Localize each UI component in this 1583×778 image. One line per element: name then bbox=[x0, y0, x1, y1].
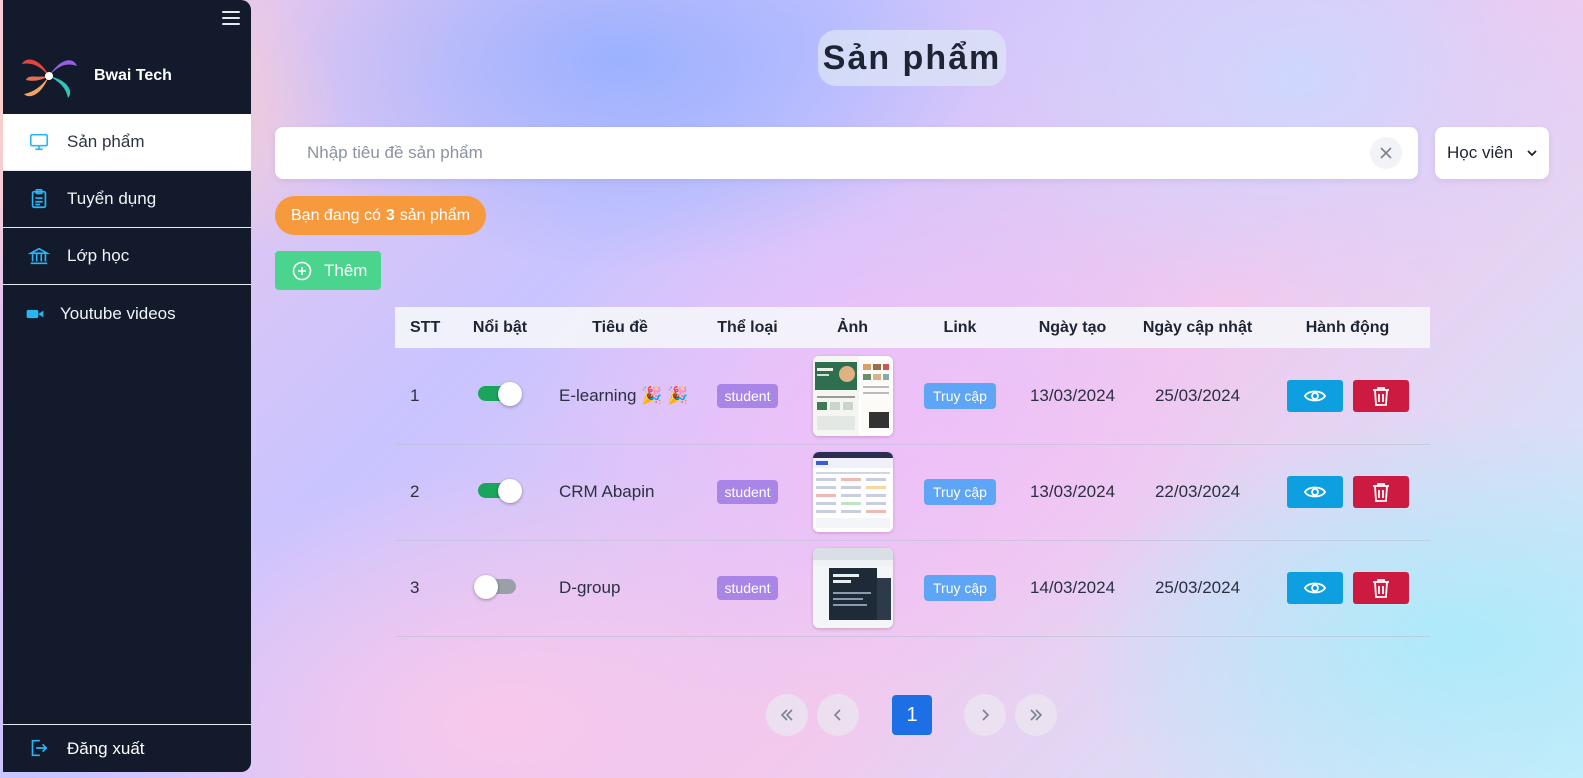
search-bar bbox=[275, 127, 1418, 179]
table-row: 2 CRM Abapin student Truy cập 13/03/2024… bbox=[395, 444, 1430, 540]
row-stt: 2 bbox=[410, 482, 420, 501]
sidebar-item-label: Tuyển dụng bbox=[67, 189, 157, 208]
video-camera-icon bbox=[25, 302, 45, 326]
add-product-button[interactable]: Thêm bbox=[275, 251, 381, 290]
row-stt: 1 bbox=[410, 385, 420, 405]
view-button[interactable] bbox=[1286, 379, 1343, 412]
row-title: D-group bbox=[559, 578, 621, 597]
sidebar-item-san-pham[interactable]: Sản phẩm bbox=[3, 114, 251, 171]
brand[interactable]: Bwai Tech bbox=[20, 50, 172, 102]
products-table: STT Nổi bật Tiêu đề Thể loại Ảnh Link Ng… bbox=[395, 307, 1430, 637]
row-title: CRM Abapin bbox=[559, 482, 655, 501]
product-thumbnail[interactable] bbox=[812, 452, 893, 532]
role-filter-select[interactable]: Học viên bbox=[1435, 127, 1549, 179]
product-thumbnail[interactable] bbox=[812, 355, 893, 436]
view-button[interactable] bbox=[1286, 572, 1343, 604]
row-created-date: 13/03/2024 bbox=[1029, 385, 1116, 405]
chevron-right-icon bbox=[982, 709, 990, 721]
visit-link-button[interactable]: Truy cập bbox=[924, 479, 996, 505]
count-prefix: Bạn đang có bbox=[291, 206, 381, 224]
category-tag: student bbox=[716, 576, 779, 600]
table-header-row: STT Nổi bật Tiêu đề Thể loại Ảnh Link Ng… bbox=[395, 307, 1430, 348]
featured-toggle[interactable] bbox=[474, 574, 522, 599]
delete-button[interactable] bbox=[1352, 476, 1409, 508]
menu-toggle-icon[interactable] bbox=[222, 11, 240, 26]
product-thumbnail[interactable] bbox=[812, 548, 893, 628]
close-icon bbox=[1380, 147, 1392, 159]
column-header-title: Tiêu đề bbox=[592, 318, 648, 336]
column-header-stt: STT bbox=[410, 318, 441, 336]
featured-toggle[interactable] bbox=[478, 478, 522, 503]
add-button-label: Thêm bbox=[324, 260, 368, 280]
role-filter-value: Học viên bbox=[1447, 143, 1514, 162]
column-header-featured: Nổi bật bbox=[472, 318, 528, 336]
monitor-icon bbox=[27, 130, 51, 154]
delete-button[interactable] bbox=[1352, 379, 1409, 412]
chevron-down-icon bbox=[1527, 150, 1537, 157]
column-header-updated: Ngày cập nhật bbox=[1142, 318, 1253, 336]
view-button[interactable] bbox=[1286, 476, 1343, 508]
page-button-current[interactable]: 1 bbox=[892, 695, 932, 735]
count-suffix: sản phẩm bbox=[399, 206, 471, 224]
logout-label: Đăng xuất bbox=[67, 738, 145, 758]
logout-button[interactable]: Đăng xuất bbox=[3, 724, 251, 772]
search-input[interactable] bbox=[275, 127, 1370, 179]
count-value: 3 bbox=[385, 206, 395, 224]
clipboard-icon bbox=[27, 187, 51, 211]
column-header-image: Ảnh bbox=[836, 318, 869, 336]
column-header-category: Thể loại bbox=[717, 318, 778, 336]
clear-search-button[interactable] bbox=[1370, 137, 1402, 169]
row-updated-date: 22/03/2024 bbox=[1154, 482, 1241, 501]
row-updated-date: 25/03/2024 bbox=[1154, 385, 1241, 405]
chevron-left-icon bbox=[833, 709, 841, 721]
eye-icon bbox=[1303, 486, 1326, 498]
first-page-button[interactable] bbox=[766, 694, 808, 736]
sidebar-item-label: Lớp học bbox=[67, 246, 130, 265]
brand-logo-icon bbox=[22, 59, 77, 98]
sidebar-item-lop-hoc[interactable]: Lớp học bbox=[3, 228, 251, 285]
trash-icon bbox=[1372, 579, 1389, 598]
double-chevron-left-icon bbox=[780, 709, 793, 721]
visit-link-button[interactable]: Truy cập bbox=[924, 575, 996, 601]
eye-icon bbox=[1303, 582, 1326, 594]
last-page-button[interactable] bbox=[1015, 694, 1057, 736]
table-row: 1 E-learning 🎉 🎉 student Truy cập 13/03/… bbox=[395, 348, 1430, 444]
row-created-date: 13/03/2024 bbox=[1029, 482, 1116, 501]
sidebar-item-label: Sản phẩm bbox=[67, 132, 145, 151]
plus-circle-icon bbox=[292, 261, 312, 281]
category-tag: student bbox=[716, 383, 779, 408]
logout-icon bbox=[27, 737, 51, 761]
sidebar-item-tuyen-dung[interactable]: Tuyển dụng bbox=[3, 171, 251, 228]
visit-link-button[interactable]: Truy cập bbox=[924, 382, 996, 409]
page-title: Sản phẩm bbox=[818, 30, 1006, 86]
sidebar-item-label: Youtube videos bbox=[60, 303, 176, 323]
trash-icon bbox=[1372, 483, 1389, 502]
bank-building-icon bbox=[27, 244, 51, 268]
column-header-created: Ngày tạo bbox=[1038, 318, 1107, 336]
product-count-badge: Bạn đang có 3 sản phẩm bbox=[275, 196, 487, 235]
delete-button[interactable] bbox=[1352, 572, 1409, 604]
double-chevron-right-icon bbox=[1030, 709, 1043, 721]
table-row: 3 D-group student Truy cập 14/03/2024 25… bbox=[395, 540, 1430, 636]
sidebar-nav: Sản phẩm Tuyển dụng Lớp học Youtube vide… bbox=[3, 114, 251, 342]
featured-toggle[interactable] bbox=[478, 382, 522, 407]
column-header-link: Link bbox=[943, 318, 977, 336]
sidebar: Bwai Tech Sản phẩm Tuyển dụng Lớp học Yo… bbox=[3, 0, 251, 772]
row-created-date: 14/03/2024 bbox=[1029, 578, 1116, 597]
brand-name: Bwai Tech bbox=[94, 67, 172, 84]
eye-icon bbox=[1303, 390, 1326, 402]
next-page-button[interactable] bbox=[964, 694, 1006, 736]
pagination: 1 bbox=[766, 694, 1057, 736]
category-tag: student bbox=[716, 480, 779, 504]
row-updated-date: 25/03/2024 bbox=[1154, 578, 1241, 597]
trash-icon bbox=[1372, 386, 1389, 406]
sidebar-item-youtube-videos[interactable]: Youtube videos bbox=[3, 285, 251, 342]
prev-page-button[interactable] bbox=[817, 694, 859, 736]
column-header-actions: Hành động bbox=[1305, 318, 1390, 336]
row-stt: 3 bbox=[410, 578, 420, 597]
row-title: E-learning 🎉 🎉 bbox=[559, 385, 689, 405]
